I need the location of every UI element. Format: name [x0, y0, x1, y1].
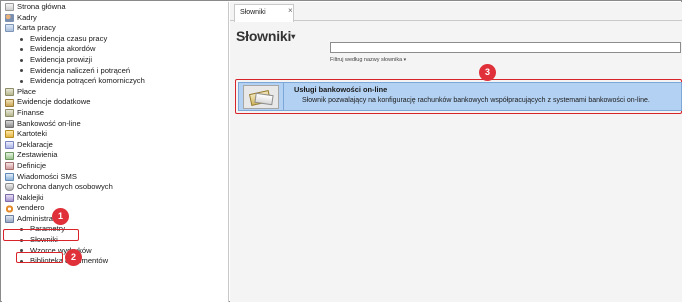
step-badge-3: 3	[479, 64, 496, 81]
nav-item-zestawienia[interactable]: Zestawienia	[2, 150, 228, 161]
nav-item-kadry[interactable]: Kadry	[2, 13, 228, 24]
nav-item-label: Karta pracy	[17, 23, 56, 33]
nav-item-ewidencje-dodatkowe[interactable]: Ewidencje dodatkowe	[2, 97, 228, 108]
nav-item-karta-pracy[interactable]: Karta pracy	[2, 23, 228, 34]
chart-icon	[5, 98, 14, 107]
page-title[interactable]: Słowniki▾	[236, 28, 295, 44]
nav-item-label: Definicje	[17, 160, 47, 170]
application-window: Strona główna Kadry Karta pracy Ewidencj…	[0, 0, 682, 302]
step-badge-2: 2	[65, 249, 82, 266]
finance-icon	[5, 109, 14, 118]
nav-item-place[interactable]: Płace	[2, 87, 228, 98]
nav-item-label: Zestawienia	[17, 150, 58, 160]
nav-subitem-ewidencja-potracen-komorniczych[interactable]: Ewidencja potrąceń komorniczych	[2, 76, 228, 87]
vendero-icon	[5, 204, 14, 213]
home-icon	[5, 3, 14, 12]
page-title-text: Słowniki	[236, 28, 292, 44]
nav-item-label: Finanse	[17, 107, 45, 117]
step-badge-1: 1	[52, 208, 69, 225]
people-icon	[5, 13, 14, 22]
dictionary-list-item[interactable]: Usługi bankowości on-line Słownik pozwal…	[238, 82, 682, 111]
nav-item-label: Ewidencja akordów	[30, 44, 96, 54]
nav-item-label: Bankowość on-line	[17, 118, 81, 128]
nav-item-label: Ewidencja prowizji	[30, 54, 93, 64]
nav-item-label: Kartoteki	[17, 129, 47, 139]
chevron-down-icon: ▾	[403, 57, 407, 63]
main-panel: Słowniki × Słowniki▾ Filtruj według nazw…	[230, 2, 682, 302]
nav-item-label: Naklejki	[17, 192, 44, 202]
nav-item-label: Strona główna	[17, 2, 66, 11]
search-input[interactable]	[330, 42, 681, 53]
bank-cards-icon	[243, 85, 279, 109]
nav-item-vendero[interactable]: vendero	[2, 203, 228, 214]
sms-icon	[5, 172, 14, 181]
nav-item-label: Wiadomości SMS	[17, 171, 77, 181]
money-icon	[5, 88, 14, 97]
nav-subitem-ewidencja-akordow[interactable]: Ewidencja akordów	[2, 44, 228, 55]
nav-subitem-ewidencja-czasu-pracy[interactable]: Ewidencja czasu pracy	[2, 34, 228, 45]
nav-item-finanse[interactable]: Finanse	[2, 108, 228, 119]
tab-label: Słowniki	[240, 9, 266, 16]
filter-dropdown[interactable]: Filtruj według nazwy słownika ▾	[330, 57, 406, 63]
nav-item-definicje[interactable]: Definicje	[2, 161, 228, 172]
navigation-sidebar: Strona główna Kadry Karta pracy Ewidencj…	[2, 2, 229, 302]
chevron-down-icon: ▾	[291, 32, 296, 41]
nav-item-label: Ewidencja naliczeń i potrąceń	[30, 65, 131, 75]
nav-item-administracja[interactable]: Administracja	[2, 214, 228, 225]
bullet-icon	[20, 69, 23, 73]
nav-item-kartoteki[interactable]: Kartoteki	[2, 129, 228, 140]
admin-icon	[5, 215, 14, 224]
nav-item-wiadomosci-sms[interactable]: Wiadomości SMS	[2, 172, 228, 183]
nav-item-label: Deklaracje	[17, 139, 53, 149]
administracja-highlight	[3, 229, 79, 241]
shield-icon	[5, 183, 14, 192]
dictionary-description: Słownik pozwalający na konfigurację rach…	[302, 97, 650, 104]
folder-icon	[5, 130, 14, 139]
nav-item-naklejki[interactable]: Naklejki	[2, 193, 228, 204]
slowniki-highlight	[16, 252, 63, 263]
nav-subitem-ewidencja-prowizji[interactable]: Ewidencja prowizji	[2, 55, 228, 66]
tag-icon	[5, 193, 14, 202]
nav-item-label: Ewidencja potrąceń komorniczych	[30, 76, 145, 86]
navigation-tree: Strona główna Kadry Karta pracy Ewidencj…	[2, 2, 228, 267]
bullet-icon	[20, 37, 23, 41]
filter-label: Filtruj według nazwy słownika	[330, 57, 403, 63]
bullet-icon	[20, 48, 23, 52]
nav-item-label: Płace	[17, 86, 36, 96]
definitions-icon	[5, 162, 14, 171]
card-icon	[5, 24, 14, 33]
nav-item-label: Ewidencje dodatkowe	[17, 97, 91, 107]
nav-item-label: Ewidencja czasu pracy	[30, 33, 108, 43]
nav-item-strona-glowna[interactable]: Strona główna	[2, 2, 228, 13]
declaration-icon	[5, 141, 14, 150]
bank-icon	[5, 119, 14, 128]
nav-item-deklaracje[interactable]: Deklaracje	[2, 140, 228, 151]
row-divider	[283, 83, 284, 110]
tab-strip: Słowniki ×	[230, 2, 682, 22]
nav-item-label: Kadry	[17, 12, 37, 22]
report-icon	[5, 151, 14, 160]
dictionary-title: Usługi bankowości on-line	[294, 85, 388, 94]
bullet-icon	[20, 79, 23, 83]
bullet-icon	[20, 58, 23, 62]
nav-subitem-ewidencja-naliczen[interactable]: Ewidencja naliczeń i potrąceń	[2, 66, 228, 77]
nav-item-bankowosc-online[interactable]: Bankowość on-line	[2, 119, 228, 130]
nav-item-label: vendero	[17, 203, 45, 213]
close-icon[interactable]: ×	[288, 6, 293, 15]
nav-item-label: Ochrona danych osobowych	[17, 182, 113, 192]
nav-item-ochrona-danych[interactable]: Ochrona danych osobowych	[2, 182, 228, 193]
tab-slowniki[interactable]: Słowniki ×	[234, 4, 294, 22]
